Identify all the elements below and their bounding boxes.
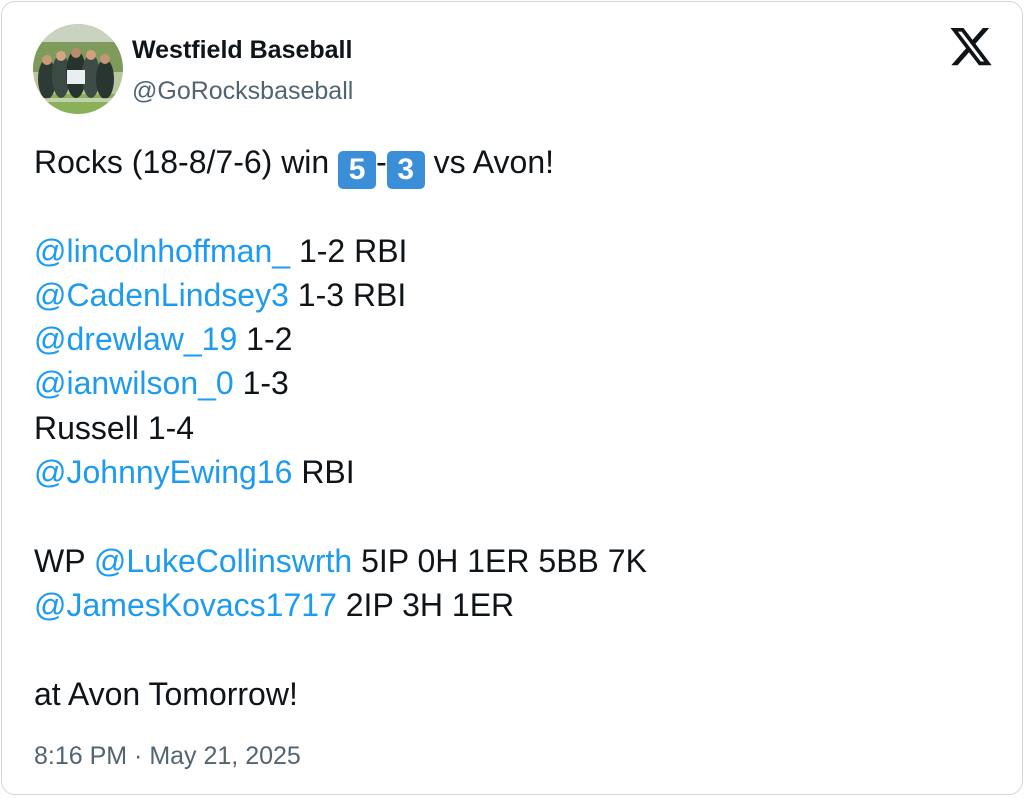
x-logo-icon[interactable] bbox=[948, 28, 994, 70]
mention-link[interactable]: @lincolnhoffman_ bbox=[34, 233, 290, 269]
batter-line: @drewlaw_19 1-2 bbox=[34, 317, 647, 361]
tweet-card: Westfield Baseball @GoRocksbaseball Rock… bbox=[1, 1, 1023, 795]
keycap-digit-icon: 5 bbox=[338, 151, 377, 189]
score-dash: - bbox=[376, 144, 387, 180]
avatar[interactable] bbox=[33, 24, 123, 114]
batter-stat: 1-2 bbox=[237, 321, 293, 358]
batter-line: @CadenLindsey3 1-3 RBI bbox=[34, 273, 647, 317]
user-handle[interactable]: @GoRocksbaseball bbox=[132, 75, 353, 107]
score-line-suffix: vs Avon! bbox=[424, 144, 555, 180]
batter-line: @ianwilson_0 1-3 bbox=[34, 361, 647, 405]
timestamp[interactable]: 8:16 PM · May 21, 2025 bbox=[34, 740, 301, 772]
pitcher-line: WP @LukeCollinswrth 5IP 0H 1ER 5BB 7K bbox=[34, 539, 647, 583]
batter-line: Russell 1-4 bbox=[34, 406, 647, 450]
pitcher-stat: 5IP 0H 1ER 5BB 7K bbox=[352, 542, 647, 579]
batter-stat: 1-3 bbox=[233, 365, 289, 402]
team-photo-image bbox=[33, 24, 123, 114]
mention-link[interactable]: @ianwilson_0 bbox=[34, 365, 234, 401]
tweet-text: Rocks (18-8/7-6) win 5-3 vs Avon! @linco… bbox=[34, 140, 647, 716]
mention-link[interactable]: @drewlaw_19 bbox=[34, 321, 237, 357]
pitcher-stat: 2IP 3H 1ER bbox=[336, 586, 515, 623]
display-name[interactable]: Westfield Baseball bbox=[132, 34, 352, 66]
mention-link[interactable]: @LukeCollinswrth bbox=[94, 543, 352, 579]
batter-plain-text: Russell 1-4 bbox=[34, 409, 195, 446]
mention-link[interactable]: @JamesKovacs1717 bbox=[34, 587, 337, 623]
batter-stat: 1-3 RBI bbox=[288, 276, 407, 313]
batter-line: @lincolnhoffman_ 1-2 RBI bbox=[34, 229, 647, 273]
batter-stat: 1-2 RBI bbox=[290, 232, 408, 269]
score-line: Rocks (18-8/7-6) win 5-3 vs Avon! bbox=[34, 140, 647, 189]
mention-link[interactable]: @JohnnyEwing16 bbox=[34, 454, 292, 490]
batter-stat: RBI bbox=[292, 454, 355, 491]
pitcher-line: @JamesKovacs1717 2IP 3H 1ER bbox=[34, 583, 647, 627]
pitcher-prefix: WP bbox=[34, 542, 94, 579]
keycap-digit-icon: 3 bbox=[386, 151, 425, 189]
mention-link[interactable]: @CadenLindsey3 bbox=[34, 277, 289, 313]
closing-line: at Avon Tomorrow! bbox=[34, 675, 298, 712]
score-line-prefix: Rocks (18-8/7-6) win bbox=[34, 144, 339, 180]
batter-line: @JohnnyEwing16 RBI bbox=[34, 450, 647, 494]
